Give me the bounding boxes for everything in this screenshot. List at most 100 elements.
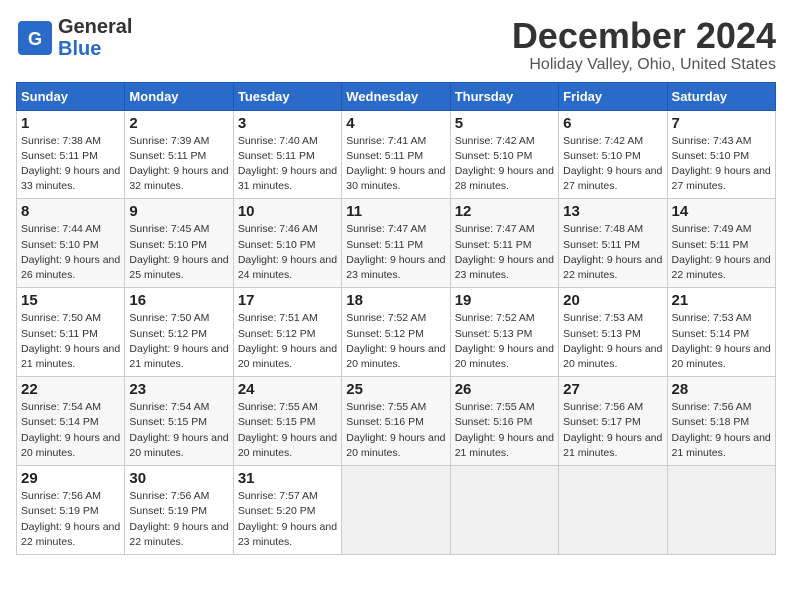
day-detail: Sunrise: 7:53 AMSunset: 5:14 PMDaylight:… (672, 311, 771, 372)
day-number: 27 (563, 381, 662, 398)
calendar-cell: 13 Sunrise: 7:48 AMSunset: 5:11 PMDayligh… (559, 199, 667, 288)
day-number: 5 (455, 115, 554, 132)
header-tuesday: Tuesday (233, 82, 341, 110)
day-number: 19 (455, 292, 554, 309)
day-detail: Sunrise: 7:38 AMSunset: 5:11 PMDaylight:… (21, 134, 120, 195)
day-number: 9 (129, 203, 228, 220)
header-saturday: Saturday (667, 82, 775, 110)
location: Holiday Valley, Ohio, United States (512, 56, 776, 74)
day-number: 7 (672, 115, 771, 132)
day-number: 31 (238, 470, 337, 487)
day-number: 23 (129, 381, 228, 398)
calendar-cell (342, 466, 450, 555)
calendar-cell: 16 Sunrise: 7:50 AMSunset: 5:12 PMDayligh… (125, 288, 233, 377)
calendar-cell: 2 Sunrise: 7:39 AMSunset: 5:11 PMDaylight… (125, 110, 233, 199)
day-detail: Sunrise: 7:43 AMSunset: 5:10 PMDaylight:… (672, 134, 771, 195)
day-number: 2 (129, 115, 228, 132)
calendar-cell: 29 Sunrise: 7:56 AMSunset: 5:19 PMDayligh… (17, 466, 125, 555)
day-detail: Sunrise: 7:47 AMSunset: 5:11 PMDaylight:… (455, 222, 554, 283)
day-detail: Sunrise: 7:54 AMSunset: 5:15 PMDaylight:… (129, 400, 228, 461)
day-number: 25 (346, 381, 445, 398)
calendar-week-row: 8 Sunrise: 7:44 AMSunset: 5:10 PMDaylight… (17, 199, 776, 288)
calendar-cell: 5 Sunrise: 7:42 AMSunset: 5:10 PMDaylight… (450, 110, 558, 199)
day-number: 21 (672, 292, 771, 309)
month-title: December 2024 (512, 16, 776, 56)
calendar-week-row: 29 Sunrise: 7:56 AMSunset: 5:19 PMDayligh… (17, 466, 776, 555)
day-detail: Sunrise: 7:55 AMSunset: 5:16 PMDaylight:… (346, 400, 445, 461)
calendar-cell: 1Sunrise: 7:38 AMSunset: 5:11 PMDaylight… (17, 110, 125, 199)
calendar-cell: 11Sunrise: 7:47 AMSunset: 5:11 PMDayligh… (342, 199, 450, 288)
day-detail: Sunrise: 7:54 AMSunset: 5:14 PMDaylight:… (21, 400, 120, 461)
day-number: 8 (21, 203, 120, 220)
day-detail: Sunrise: 7:51 AMSunset: 5:12 PMDaylight:… (238, 311, 337, 372)
logo-icon: G (16, 19, 54, 57)
calendar-cell: 4Sunrise: 7:41 AMSunset: 5:11 PMDaylight… (342, 110, 450, 199)
day-detail: Sunrise: 7:48 AMSunset: 5:11 PMDaylight:… (563, 222, 662, 283)
day-detail: Sunrise: 7:49 AMSunset: 5:11 PMDaylight:… (672, 222, 771, 283)
calendar-cell: 19Sunrise: 7:52 AMSunset: 5:13 PMDayligh… (450, 288, 558, 377)
day-number: 18 (346, 292, 445, 309)
day-number: 4 (346, 115, 445, 132)
day-detail: Sunrise: 7:56 AMSunset: 5:19 PMDaylight:… (21, 489, 120, 550)
day-detail: Sunrise: 7:50 AMSunset: 5:11 PMDaylight:… (21, 311, 120, 372)
day-number: 13 (563, 203, 662, 220)
calendar-cell: 12Sunrise: 7:47 AMSunset: 5:11 PMDayligh… (450, 199, 558, 288)
svg-text:G: G (28, 29, 42, 49)
calendar-cell: 10Sunrise: 7:46 AMSunset: 5:10 PMDayligh… (233, 199, 341, 288)
calendar-cell: 31 Sunrise: 7:57 AMSunset: 5:20 PMDayligh… (233, 466, 341, 555)
calendar-cell: 9 Sunrise: 7:45 AMSunset: 5:10 PMDaylight… (125, 199, 233, 288)
day-detail: Sunrise: 7:46 AMSunset: 5:10 PMDaylight:… (238, 222, 337, 283)
day-number: 29 (21, 470, 120, 487)
day-number: 20 (563, 292, 662, 309)
calendar-cell: 3Sunrise: 7:40 AMSunset: 5:11 PMDaylight… (233, 110, 341, 199)
calendar-header-row: Sunday Monday Tuesday Wednesday Thursday… (17, 82, 776, 110)
calendar-cell: 22 Sunrise: 7:54 AMSunset: 5:14 PMDayligh… (17, 377, 125, 466)
day-detail: Sunrise: 7:44 AMSunset: 5:10 PMDaylight:… (21, 222, 120, 283)
calendar-cell: 20 Sunrise: 7:53 AMSunset: 5:13 PMDayligh… (559, 288, 667, 377)
logo-subtext: Blue (58, 38, 132, 60)
calendar-cell (667, 466, 775, 555)
day-number: 26 (455, 381, 554, 398)
day-detail: Sunrise: 7:56 AMSunset: 5:18 PMDaylight:… (672, 400, 771, 461)
calendar-cell: 6 Sunrise: 7:42 AMSunset: 5:10 PMDaylight… (559, 110, 667, 199)
calendar-cell: 15 Sunrise: 7:50 AMSunset: 5:11 PMDayligh… (17, 288, 125, 377)
calendar-cell: 21 Sunrise: 7:53 AMSunset: 5:14 PMDayligh… (667, 288, 775, 377)
day-detail: Sunrise: 7:45 AMSunset: 5:10 PMDaylight:… (129, 222, 228, 283)
day-detail: Sunrise: 7:55 AMSunset: 5:15 PMDaylight:… (238, 400, 337, 461)
day-detail: Sunrise: 7:39 AMSunset: 5:11 PMDaylight:… (129, 134, 228, 195)
day-detail: Sunrise: 7:42 AMSunset: 5:10 PMDaylight:… (563, 134, 662, 195)
day-number: 16 (129, 292, 228, 309)
day-detail: Sunrise: 7:57 AMSunset: 5:20 PMDaylight:… (238, 489, 337, 550)
header-monday: Monday (125, 82, 233, 110)
calendar-cell: 7 Sunrise: 7:43 AMSunset: 5:10 PMDaylight… (667, 110, 775, 199)
calendar-table: Sunday Monday Tuesday Wednesday Thursday… (16, 82, 776, 555)
calendar-cell: 27Sunrise: 7:56 AMSunset: 5:17 PMDayligh… (559, 377, 667, 466)
day-detail: Sunrise: 7:53 AMSunset: 5:13 PMDaylight:… (563, 311, 662, 372)
day-detail: Sunrise: 7:50 AMSunset: 5:12 PMDaylight:… (129, 311, 228, 372)
calendar-cell: 26 Sunrise: 7:55 AMSunset: 5:16 PMDayligh… (450, 377, 558, 466)
logo-text: General (58, 16, 132, 38)
day-number: 3 (238, 115, 337, 132)
day-detail: Sunrise: 7:52 AMSunset: 5:12 PMDaylight:… (346, 311, 445, 372)
day-number: 22 (21, 381, 120, 398)
day-number: 15 (21, 292, 120, 309)
day-detail: Sunrise: 7:55 AMSunset: 5:16 PMDaylight:… (455, 400, 554, 461)
calendar-week-row: 15 Sunrise: 7:50 AMSunset: 5:11 PMDayligh… (17, 288, 776, 377)
header-thursday: Thursday (450, 82, 558, 110)
day-number: 11 (346, 203, 445, 220)
calendar-cell: 24Sunrise: 7:55 AMSunset: 5:15 PMDayligh… (233, 377, 341, 466)
calendar-week-row: 22 Sunrise: 7:54 AMSunset: 5:14 PMDayligh… (17, 377, 776, 466)
calendar-cell: 18 Sunrise: 7:52 AMSunset: 5:12 PMDayligh… (342, 288, 450, 377)
day-number: 28 (672, 381, 771, 398)
calendar-cell: 30Sunrise: 7:56 AMSunset: 5:19 PMDayligh… (125, 466, 233, 555)
calendar-cell (559, 466, 667, 555)
logo: G General Blue (16, 16, 132, 60)
calendar-cell: 14 Sunrise: 7:49 AMSunset: 5:11 PMDayligh… (667, 199, 775, 288)
title-area: December 2024 Holiday Valley, Ohio, Unit… (512, 16, 776, 74)
calendar-cell: 28 Sunrise: 7:56 AMSunset: 5:18 PMDayligh… (667, 377, 775, 466)
day-number: 14 (672, 203, 771, 220)
calendar-cell: 17Sunrise: 7:51 AMSunset: 5:12 PMDayligh… (233, 288, 341, 377)
page-header: G General Blue December 2024 Holiday Val… (16, 16, 776, 74)
day-detail: Sunrise: 7:42 AMSunset: 5:10 PMDaylight:… (455, 134, 554, 195)
day-number: 6 (563, 115, 662, 132)
